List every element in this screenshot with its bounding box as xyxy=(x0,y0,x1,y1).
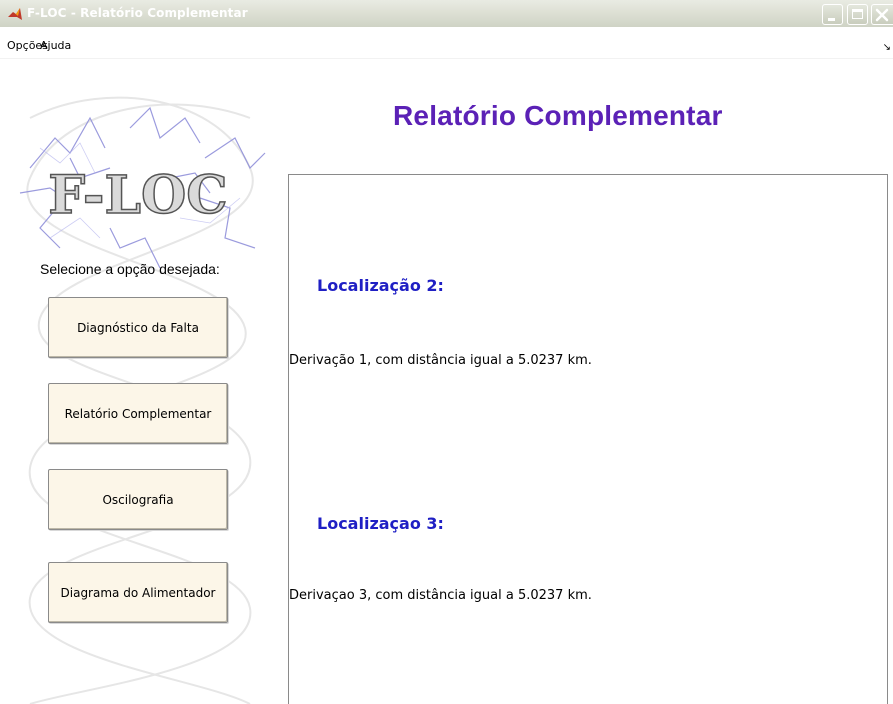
section-text: Derivaçao 3, com distância igual a 5.023… xyxy=(289,588,592,603)
menu-ajuda[interactable]: Ajuda xyxy=(40,39,71,52)
oscilografia-button[interactable]: Oscilografia xyxy=(48,469,228,530)
close-icon xyxy=(875,8,889,22)
section-heading: Localização 2: xyxy=(317,276,444,295)
diagnostico-falta-button[interactable]: Diagnóstico da Falta xyxy=(48,297,228,358)
window-title-bar[interactable]: F-LOC - Relatório Complementar xyxy=(0,0,893,27)
logo-text: F-LOC xyxy=(48,165,227,226)
f-loc-logo: F-LOC xyxy=(19,106,266,269)
select-option-label: Selecione a opção desejada: xyxy=(40,261,220,277)
section-text: Derivação 1, com distância igual a 5.023… xyxy=(289,353,592,368)
relatorio-complementar-button[interactable]: Relatório Complementar xyxy=(48,383,228,444)
page-title: Relatório Complementar xyxy=(393,100,723,131)
close-button[interactable] xyxy=(871,4,893,25)
minimize-button[interactable] xyxy=(822,4,843,25)
toolbar-arrow-icon[interactable]: ↘ xyxy=(883,42,891,53)
left-panel: F-LOC Selecione a opção desejada: Diagnó… xyxy=(0,58,285,704)
report-panel: Localização 2: Derivação 1, com distânci… xyxy=(288,174,888,704)
section-heading: Localizaçao 3: xyxy=(317,514,444,533)
maximize-button[interactable] xyxy=(847,4,868,25)
window-title: F-LOC - Relatório Complementar xyxy=(27,6,248,20)
matlab-icon xyxy=(8,8,22,20)
diagrama-alimentador-button[interactable]: Diagrama do Alimentador xyxy=(48,562,228,623)
menu-bar: Opções Ajuda ↘ xyxy=(0,27,893,59)
